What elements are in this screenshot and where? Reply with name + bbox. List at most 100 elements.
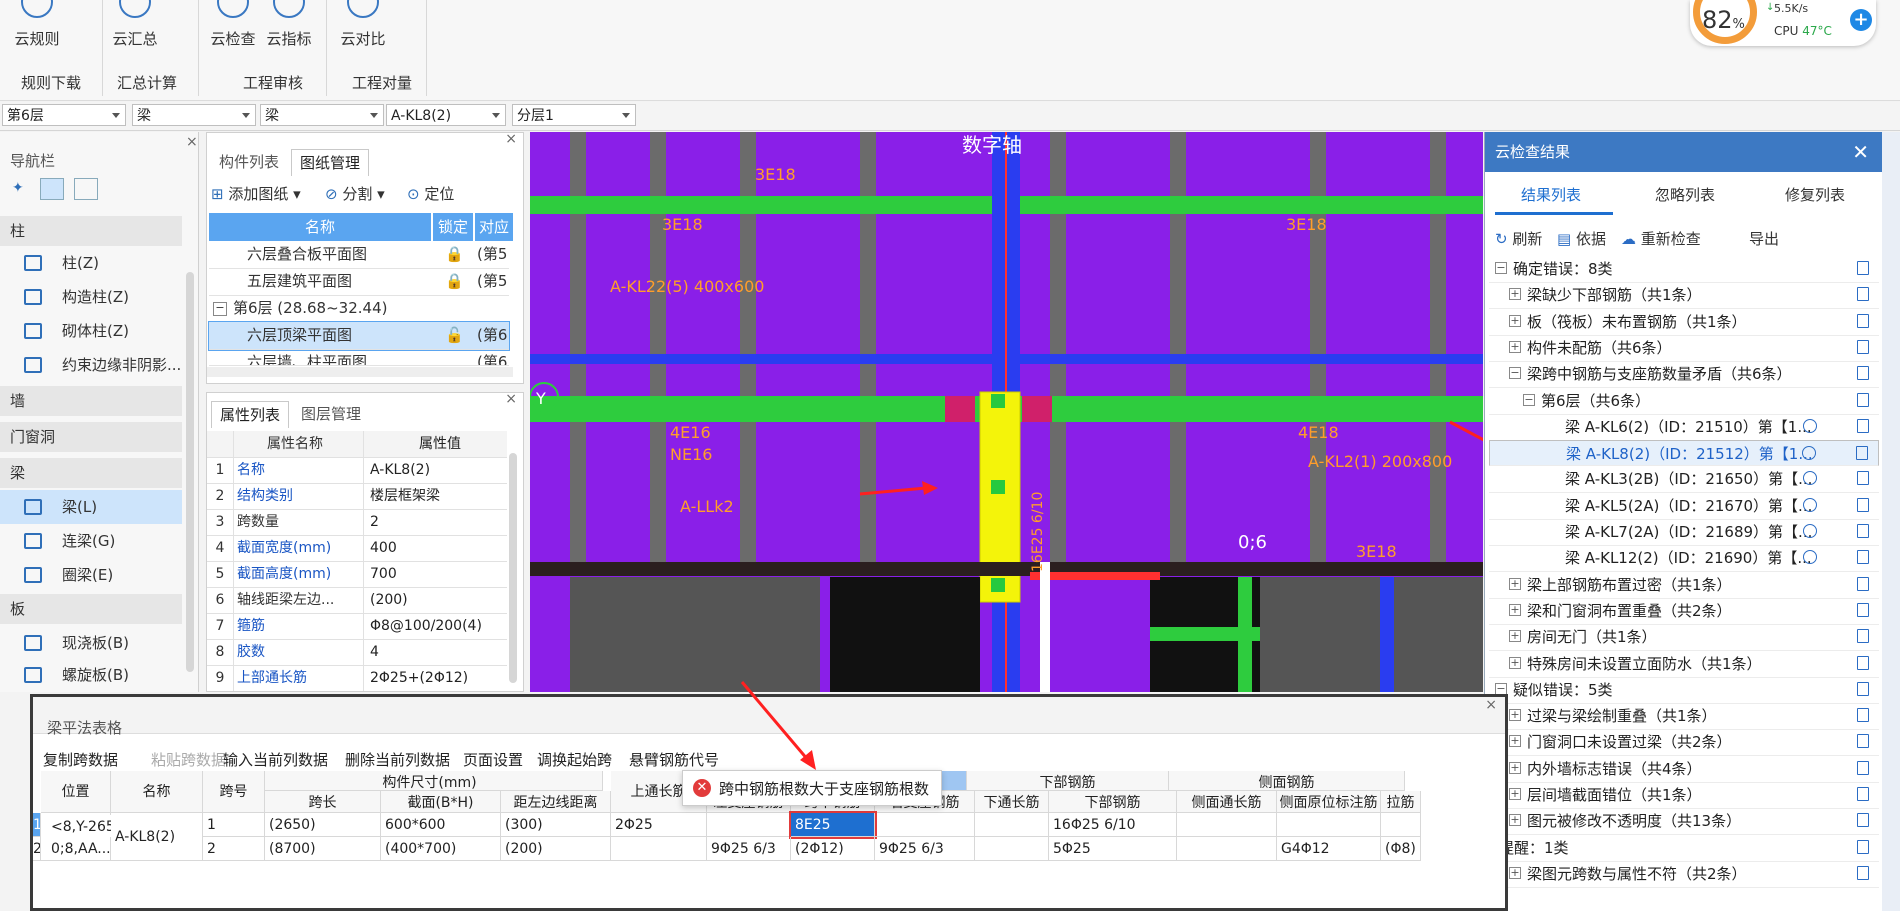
check-result-group[interactable]: + 门窗洞口未设置过梁（共2条） xyxy=(1489,729,1879,757)
col-header[interactable]: 跨长 xyxy=(265,791,381,813)
document-icon[interactable] xyxy=(1857,471,1869,486)
document-icon[interactable] xyxy=(1857,655,1869,670)
document-icon[interactable] xyxy=(1857,366,1869,381)
table-cell[interactable]: (200) xyxy=(501,837,611,861)
locate-target-icon[interactable] xyxy=(1803,418,1817,433)
table-cell[interactable] xyxy=(611,837,707,861)
table-cell[interactable] xyxy=(975,813,1049,837)
property-row[interactable]: 3 跨数量 2 xyxy=(207,509,507,536)
document-icon[interactable] xyxy=(1857,787,1869,801)
nav-item-column[interactable]: 柱(Z) xyxy=(0,246,182,280)
col-header[interactable]: 侧面通长筋 xyxy=(1177,791,1277,813)
check-result-group[interactable]: + 图元被修改不透明度（共13条） xyxy=(1489,808,1879,836)
property-row[interactable]: 1 名称 A-KL8(2) xyxy=(207,457,507,484)
check-result-item[interactable]: 梁 A-KL8(2)（ID：21512）第【1... xyxy=(1489,440,1879,467)
expand-icon[interactable]: + xyxy=(1509,288,1521,301)
document-icon[interactable] xyxy=(1856,446,1868,461)
check-result-item[interactable]: 梁 A-KL3(2B)（ID：21650）第【... xyxy=(1489,466,1879,494)
document-icon[interactable] xyxy=(1857,708,1869,723)
expand-icon[interactable]: + xyxy=(1509,761,1521,774)
table-cell[interactable]: 5Φ25 xyxy=(1049,837,1177,861)
swap-start-span-button[interactable]: 调换起始跨 xyxy=(537,749,612,770)
check-result-group[interactable]: − 确定错误：8类 xyxy=(1489,256,1879,283)
table-cell[interactable]: (Φ8) xyxy=(1381,837,1421,861)
cantilever-code-button[interactable]: 悬臂钢筋代号 xyxy=(629,749,719,770)
table-cell[interactable]: (300) xyxy=(501,813,611,837)
nav-item-cast-slab[interactable]: 现浇板(B) xyxy=(0,626,182,660)
plus-icon[interactable]: + xyxy=(1850,9,1872,31)
property-row[interactable]: 9 上部通长筋 2Φ25+(2Φ12) xyxy=(207,665,507,691)
drawing-row[interactable]: 六层叠合板平面图 🔒 (第5 xyxy=(209,241,509,269)
col-header[interactable]: 截面(B*H) xyxy=(381,791,501,813)
expand-icon[interactable]: + xyxy=(1509,630,1521,643)
nav-item-beam[interactable]: 梁(L) xyxy=(0,490,182,524)
refresh-button[interactable]: ↻ 刷新 xyxy=(1495,228,1542,249)
delete-column-button[interactable]: 删除当前列数据 xyxy=(345,749,450,770)
nav-cat-beam[interactable]: 梁 xyxy=(0,458,182,488)
expand-icon[interactable]: + xyxy=(1509,814,1521,827)
nav-cat-column[interactable]: 柱 xyxy=(0,216,182,246)
table-cell[interactable] xyxy=(1177,837,1277,861)
property-row[interactable]: 4 截面宽度(mm) 400 xyxy=(207,535,507,562)
document-icon[interactable] xyxy=(1857,418,1869,433)
tab-ignore-list[interactable]: 忽略列表 xyxy=(1655,184,1715,205)
cad-drawing[interactable]: 3E18 3E18 3E18 3E18 4E16 NE16 4E18 A-LLk… xyxy=(530,132,1483,692)
row-number[interactable]: 1 xyxy=(33,813,41,837)
table-cell[interactable] xyxy=(975,837,1049,861)
col-header[interactable]: 距左边线距离 xyxy=(501,791,611,813)
collapse-icon[interactable]: − xyxy=(1495,262,1507,274)
document-icon[interactable] xyxy=(1857,313,1869,328)
locate-target-icon[interactable] xyxy=(1803,524,1817,538)
drawing-row[interactable]: 六层墙、柱平面图 (第6 xyxy=(209,349,509,366)
collapse-icon[interactable]: − xyxy=(213,302,227,316)
property-row[interactable]: 7 箍筋 Φ8@100/200(4) xyxy=(207,613,507,640)
cloud-rules-button[interactable]: 云规则 xyxy=(4,0,70,56)
nav-cat-wall[interactable]: 墙 xyxy=(0,386,182,416)
performance-widget[interactable]: 82% ↓ 5.5K/s CPU 47°C + xyxy=(1690,0,1876,46)
tab-drawing-management[interactable]: 图纸管理 xyxy=(291,149,370,176)
col-header[interactable]: 下通长筋 xyxy=(975,791,1049,813)
document-icon[interactable] xyxy=(1857,287,1869,302)
right-toolbar-strip[interactable] xyxy=(1882,132,1900,911)
tab-result-list[interactable]: 结果列表 xyxy=(1521,184,1581,205)
document-icon[interactable] xyxy=(1857,629,1869,644)
row-number[interactable]: 2 xyxy=(33,837,41,861)
document-icon[interactable] xyxy=(1857,760,1869,775)
expand-icon[interactable]: + xyxy=(1509,340,1521,353)
close-icon[interactable]: × xyxy=(505,393,517,407)
drawing-row[interactable]: 五层建筑平面图 🔒 (第5 xyxy=(209,268,509,296)
name-cell[interactable]: A-KL8(2) xyxy=(111,813,203,861)
col-header[interactable]: 下部钢筋 xyxy=(1049,791,1177,813)
table-cell[interactable] xyxy=(707,813,791,837)
table-cell[interactable] xyxy=(1177,813,1277,837)
check-result-group[interactable]: + 梁和门窗洞布置重叠（共2条） xyxy=(1489,598,1879,625)
lock-icon[interactable]: 🔒 xyxy=(445,268,464,295)
basis-button[interactable]: ▤ 依据 xyxy=(1557,228,1606,249)
tab-fix-list[interactable]: 修复列表 xyxy=(1785,184,1845,205)
expand-icon[interactable]: + xyxy=(1509,577,1521,590)
table-cell[interactable]: 2Φ25 xyxy=(611,813,707,837)
document-icon[interactable] xyxy=(1857,497,1869,512)
check-result-item[interactable]: 梁 A-KL6(2)（ID：21510）第【1... xyxy=(1489,414,1879,441)
detail-view-icon[interactable] xyxy=(74,178,98,200)
recheck-button[interactable]: ☁ 重新检查 xyxy=(1621,228,1701,249)
cad-canvas[interactable]: 3E18 3E18 3E18 3E18 4E16 NE16 4E18 A-LLk… xyxy=(530,132,1483,692)
expand-icon[interactable]: + xyxy=(1509,656,1521,669)
check-result-group[interactable]: + 过梁与梁绘制重叠（共1条） xyxy=(1489,703,1879,731)
check-result-group[interactable]: + 梁缺少下部钢筋（共1条） xyxy=(1489,282,1879,310)
close-icon[interactable]: × xyxy=(1485,697,1497,713)
col-header[interactable]: 拉筋 xyxy=(1381,791,1421,813)
lock-icon[interactable]: 🔒 xyxy=(445,241,464,268)
check-result-group[interactable]: + 梁上部钢筋布置过密（共1条） xyxy=(1489,572,1879,599)
export-button[interactable]: 导出 xyxy=(1749,228,1779,249)
input-column-button[interactable]: 输入当前列数据 xyxy=(223,749,328,770)
check-result-item[interactable]: 梁 A-KL5(2A)（ID：21670）第【... xyxy=(1489,493,1879,520)
property-row[interactable]: 5 截面高度(mm) 700 xyxy=(207,561,507,588)
page-setup-button[interactable]: 页面设置 xyxy=(463,749,523,770)
tab-layer-management[interactable]: 图层管理 xyxy=(293,401,369,427)
property-row[interactable]: 2 结构类别 楼层框架梁 xyxy=(207,483,507,510)
nav-item-constructional-column[interactable]: 构造柱(Z) xyxy=(0,280,182,314)
check-result-item[interactable]: 梁 A-KL7(2A)（ID：21689）第【... xyxy=(1489,519,1879,546)
table-cell[interactable]: 9Φ25 6/3 xyxy=(707,837,791,861)
document-icon[interactable] xyxy=(1857,602,1869,617)
